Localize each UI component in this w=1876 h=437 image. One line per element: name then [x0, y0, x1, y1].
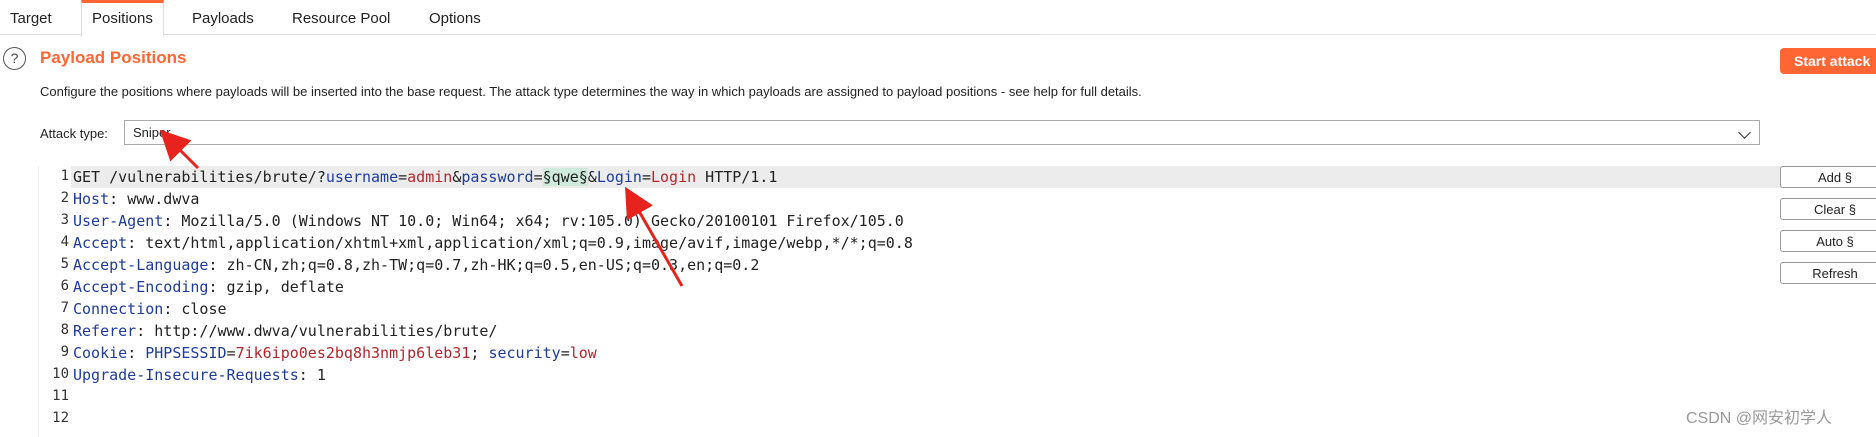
- header-line[interactable]: Accept-Language: zh-CN,zh;q=0.8,zh-TW;q=…: [73, 254, 759, 276]
- cookie-name: security: [488, 344, 561, 362]
- chevron-down-icon: [1738, 126, 1751, 139]
- header-line[interactable]: Host: www.dwva: [73, 188, 199, 210]
- header-line[interactable]: Upgrade-Insecure-Requests: 1: [73, 364, 326, 386]
- line-number: 10: [52, 366, 69, 382]
- request-protocol: HTTP/1.1: [696, 168, 778, 186]
- header-value: 1: [316, 366, 326, 384]
- tab-bar: Target Positions Payloads Resource Pool …: [0, 0, 1040, 37]
- tab-target[interactable]: Target: [0, 0, 62, 34]
- line-number: 1: [60, 168, 69, 184]
- add-marker-button[interactable]: Add §: [1780, 166, 1876, 188]
- header-value: zh-CN,zh;q=0.8,zh-TW;q=0.7,zh-HK;q=0.5,e…: [226, 256, 760, 274]
- line-number-gutter: 1 2 3 4 5 6 7 8 9 10 11 12: [39, 166, 69, 437]
- line-number: 3: [60, 212, 69, 228]
- header-name: Accept-Language: [73, 256, 209, 274]
- param-name: Login: [596, 168, 642, 186]
- header-value: http://www.dwva/vulnerabilities/brute/: [154, 322, 498, 340]
- cookie-line[interactable]: Cookie: PHPSESSID=7ik6ipo0es2bq8h3nmjp6l…: [73, 342, 597, 364]
- header-value: gzip, deflate: [226, 278, 344, 296]
- refresh-button[interactable]: Refresh: [1780, 262, 1876, 284]
- param-name: username: [325, 168, 399, 186]
- attack-type-value: Sniper: [133, 125, 171, 140]
- start-attack-button[interactable]: Start attack: [1780, 48, 1876, 74]
- header-name: User-Agent: [73, 212, 164, 230]
- param-value: Login: [651, 168, 697, 186]
- header-line[interactable]: Referer: http://www.dwva/vulnerabilities…: [73, 320, 497, 342]
- header-name: Upgrade-Insecure-Requests: [73, 366, 299, 384]
- line-number: 4: [60, 234, 69, 250]
- section-description: Configure the positions where payloads w…: [40, 84, 1142, 99]
- tab-bar-divider: [1040, 0, 1876, 35]
- tab-resource-pool[interactable]: Resource Pool: [282, 0, 400, 34]
- header-line[interactable]: User-Agent: Mozilla/5.0 (Windows NT 10.0…: [73, 210, 904, 232]
- line-number: 8: [60, 322, 69, 338]
- header-value: Mozilla/5.0 (Windows NT 10.0; Win64; x64…: [181, 212, 904, 230]
- watermark: CSDN @网安初学人: [1686, 410, 1833, 427]
- header-line[interactable]: Accept-Encoding: gzip, deflate: [73, 276, 344, 298]
- line-number: 7: [60, 300, 69, 316]
- tab-positions[interactable]: Positions: [81, 0, 164, 37]
- line-number: 2: [60, 190, 69, 206]
- tab-payloads[interactable]: Payloads: [182, 0, 264, 34]
- request-method-path: GET /vulnerabilities/brute/?: [73, 168, 326, 186]
- param-value: admin: [407, 168, 453, 186]
- request-line[interactable]: GET /vulnerabilities/brute/?username=adm…: [71, 166, 1798, 188]
- page-title: Payload Positions: [40, 48, 187, 67]
- line-number: 12: [52, 410, 69, 426]
- header-name: Host: [73, 190, 110, 208]
- line-number: 6: [60, 278, 69, 294]
- cookie-value: low: [569, 344, 597, 362]
- request-editor[interactable]: 1 2 3 4 5 6 7 8 9 10 11 12 GET /vulnerab…: [38, 166, 1798, 437]
- attack-type-label: Attack type:: [40, 126, 108, 141]
- tab-options[interactable]: Options: [419, 0, 491, 34]
- header-name: Connection: [73, 300, 164, 318]
- line-number: 5: [60, 256, 69, 272]
- header-name: Accept: [73, 234, 128, 252]
- header-line[interactable]: Connection: close: [73, 298, 227, 320]
- header-value: text/html,application/xhtml+xml,applicat…: [145, 234, 913, 252]
- cookie-name: PHPSESSID: [145, 344, 227, 362]
- header-value: close: [181, 300, 227, 318]
- header-name: Referer: [73, 322, 137, 340]
- payload-position-marker[interactable]: §qwe§: [542, 168, 588, 186]
- attack-type-select[interactable]: Sniper: [124, 120, 1760, 145]
- param-name: password: [461, 168, 534, 186]
- clear-markers-button[interactable]: Clear §: [1780, 198, 1876, 220]
- line-number: 11: [52, 388, 69, 404]
- line-number: 9: [60, 344, 69, 360]
- question-circle-icon[interactable]: ?: [3, 47, 26, 70]
- cookie-value: 7ik6ipo0es2bq8h3nmjp6leb31: [235, 344, 471, 362]
- header-name: Cookie: [73, 344, 128, 362]
- header-name: Accept-Encoding: [73, 278, 209, 296]
- header-line[interactable]: Accept: text/html,application/xhtml+xml,…: [73, 232, 913, 254]
- header-value: www.dwva: [127, 190, 200, 208]
- auto-markers-button[interactable]: Auto §: [1780, 230, 1876, 252]
